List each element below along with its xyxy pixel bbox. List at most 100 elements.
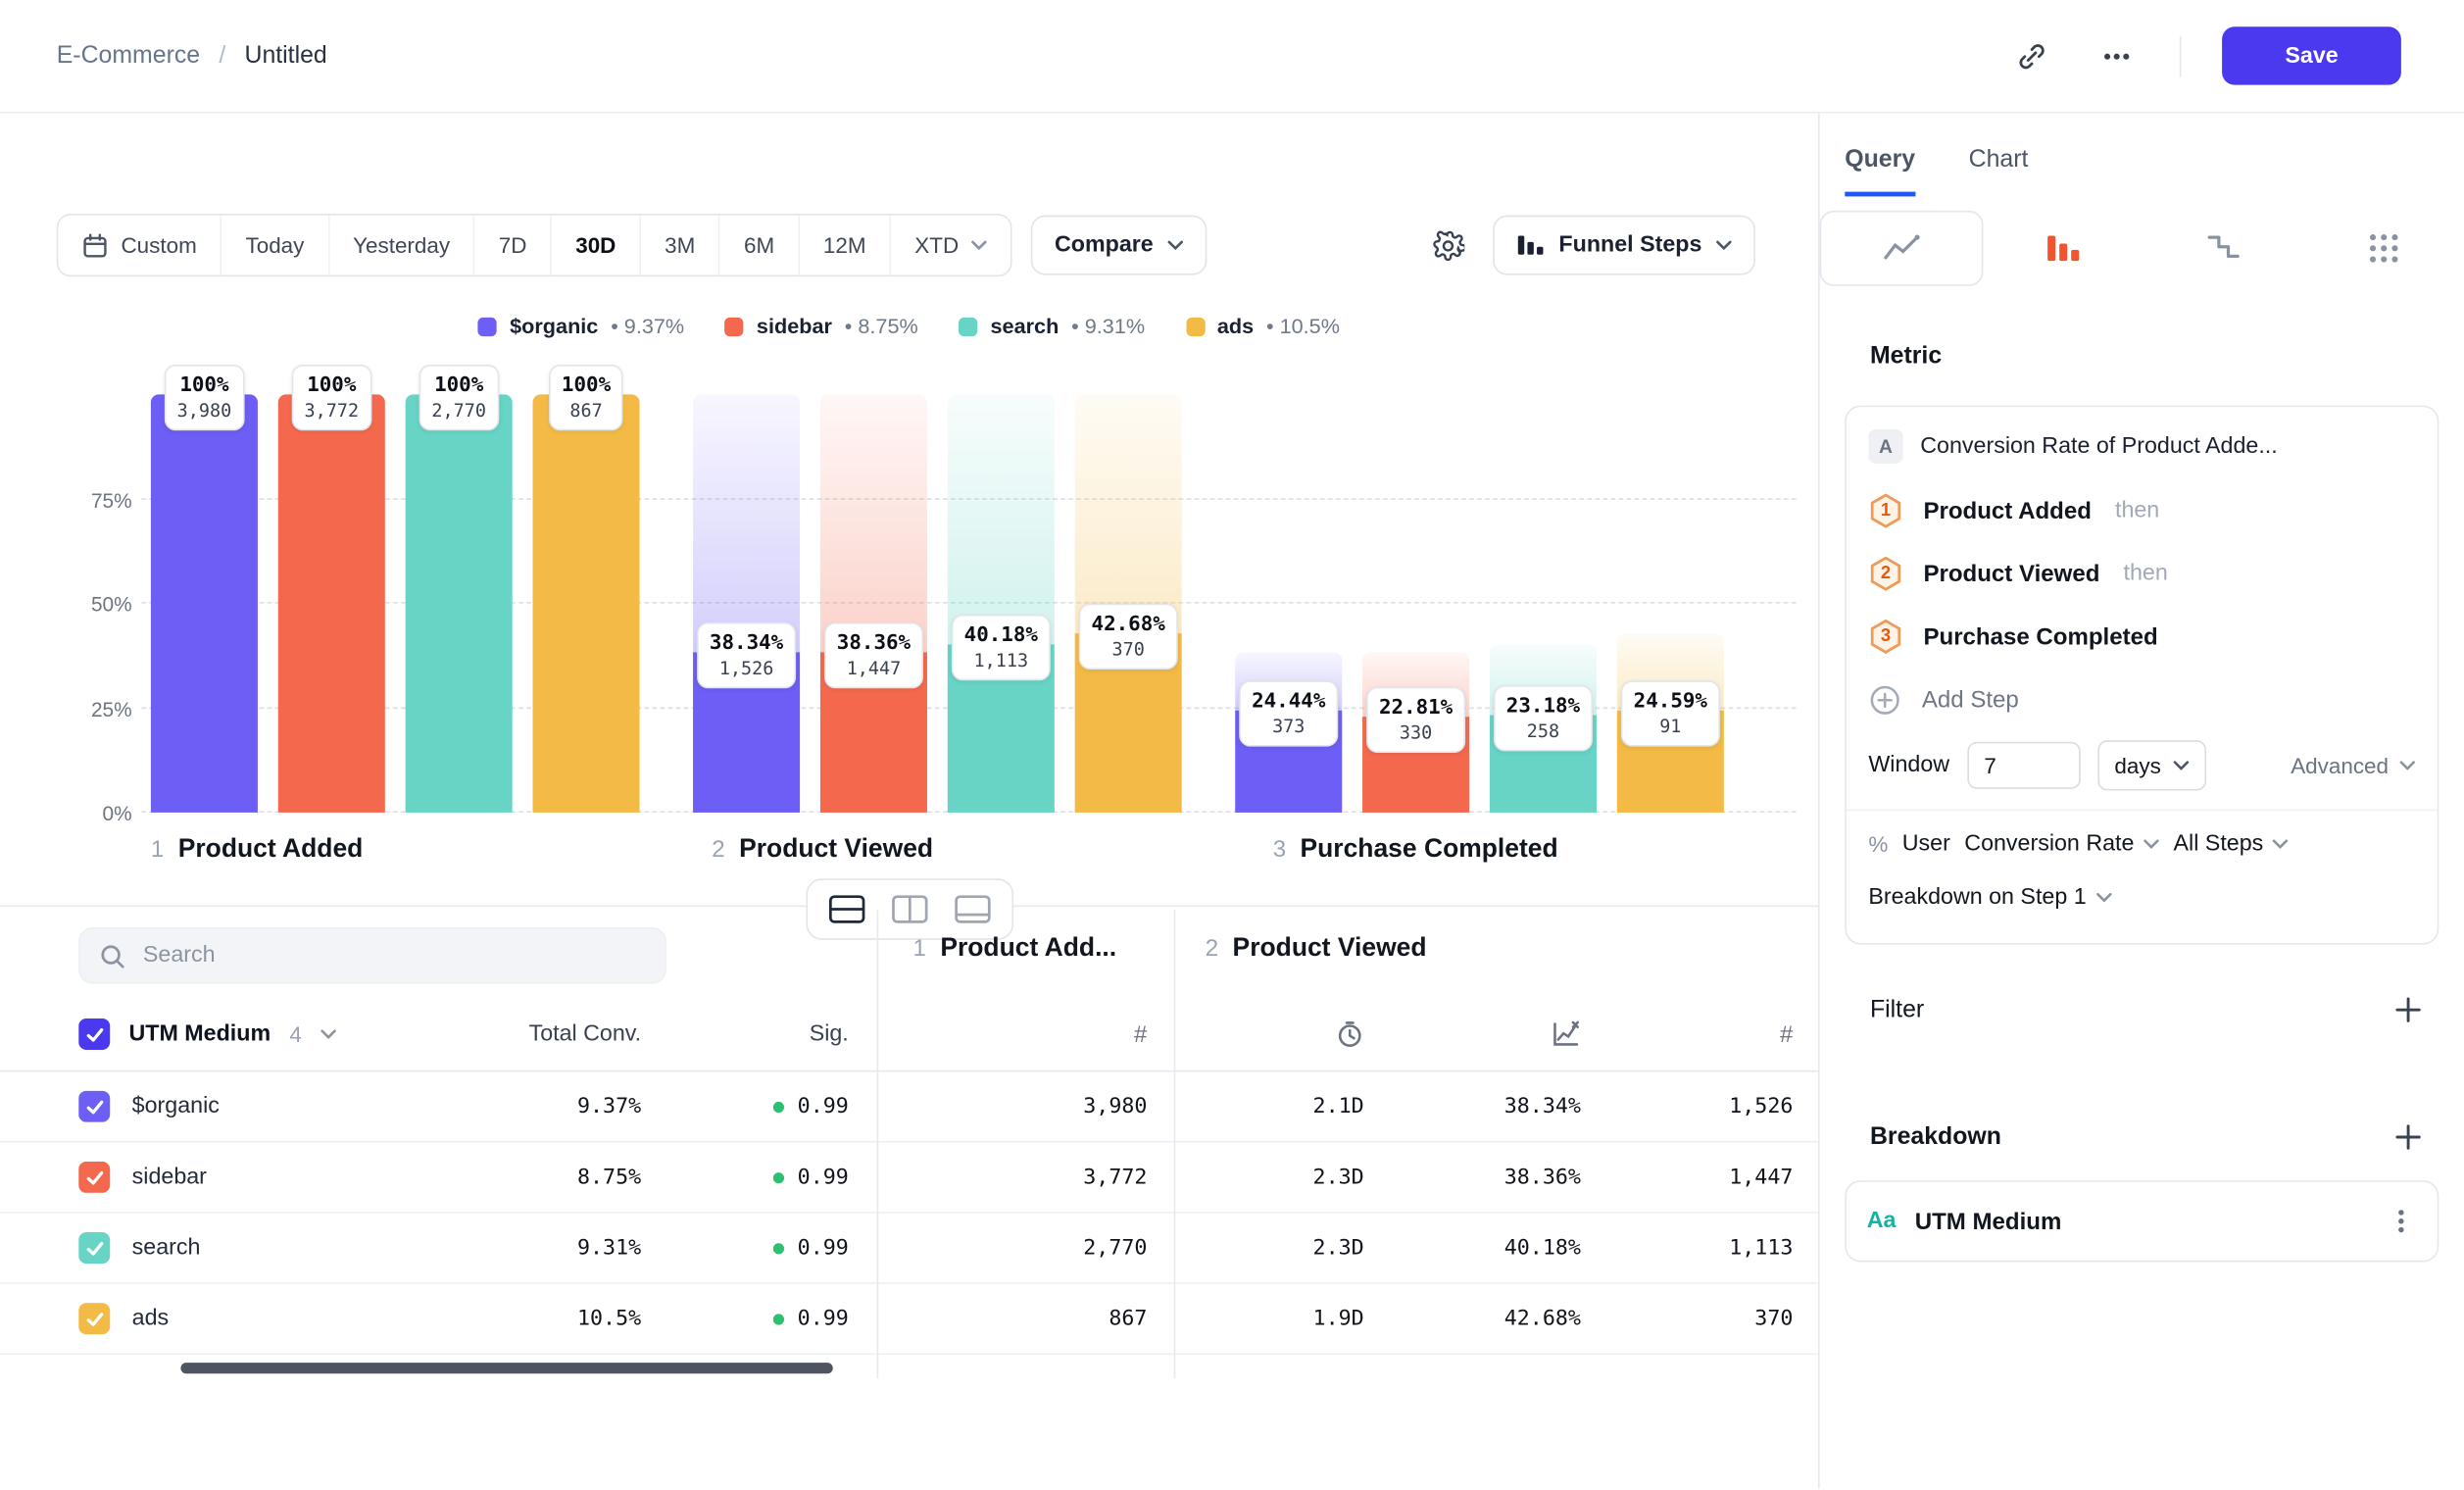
window-unit-select[interactable]: days — [2097, 740, 2207, 790]
metric-step-label: Product Added — [1923, 497, 2091, 523]
add-step-button[interactable]: Add Step — [1868, 668, 2415, 730]
step1-count: 2,770 — [849, 1235, 1148, 1261]
add-filter-button[interactable] — [2390, 992, 2427, 1028]
funnel-bar[interactable]: 38.36%1,447 — [820, 394, 927, 812]
range-30d-selected[interactable]: 30D — [552, 216, 641, 275]
compare-button[interactable]: Compare — [1031, 216, 1207, 275]
step2-count: 1,447 — [1581, 1165, 1793, 1190]
horizontal-scrollbar[interactable] — [180, 1363, 832, 1373]
table-row[interactable]: sidebar8.75%0.993,7722.3D38.36%1,447 — [0, 1143, 1818, 1214]
row-checkbox[interactable] — [78, 1232, 110, 1264]
chart-legend: $organic • 9.37% sidebar • 8.75% search • … — [0, 315, 1818, 338]
chart-mode-button[interactable]: Funnel Steps — [1493, 216, 1755, 275]
bar-label-pct: 100% — [562, 372, 611, 399]
count-column-icon[interactable]: # — [1780, 1020, 1793, 1047]
step-number: 2 — [1206, 935, 1218, 962]
bar-label-pct: 22.81% — [1379, 695, 1453, 721]
funnel-bar[interactable]: 38.34%1,526 — [693, 394, 800, 812]
funnel-bar[interactable]: 100%867 — [533, 394, 640, 812]
funnel-bar[interactable]: 24.59%91 — [1617, 394, 1724, 812]
range-3m[interactable]: 3M — [641, 216, 720, 275]
sig-value: 0.99 — [641, 1165, 849, 1190]
breakdown-property-card[interactable]: Aa UTM Medium — [1845, 1180, 2439, 1262]
metric-step-row[interactable]: 3Purchase Completed — [1868, 605, 2415, 668]
scope-select[interactable]: All Steps — [2174, 831, 2289, 857]
funnel-bar-label: 24.59%91 — [1621, 680, 1720, 746]
range-today[interactable]: Today — [222, 216, 329, 275]
range-xtd[interactable]: XTD — [891, 216, 1010, 275]
funnel-bar[interactable]: 22.81%330 — [1362, 394, 1469, 812]
advanced-toggle[interactable]: Advanced — [2291, 753, 2415, 778]
y-axis-tick-label: 75% — [66, 488, 131, 512]
bar-label-pct: 38.34% — [710, 630, 783, 657]
sig-column-header[interactable]: Sig. — [641, 1021, 849, 1047]
funnel-bar[interactable]: 24.44%373 — [1235, 394, 1342, 812]
chevron-down-icon[interactable] — [320, 1029, 336, 1039]
breakdown-count: 4 — [289, 1021, 302, 1047]
funnel-bar[interactable]: 40.18%1,113 — [948, 394, 1055, 812]
measure-label: Conversion Rate — [1964, 831, 2134, 857]
row-checkbox[interactable] — [78, 1303, 110, 1334]
metric-step-row[interactable]: 2Product Viewedthen — [1868, 542, 2415, 605]
step-number: 3 — [1273, 836, 1286, 863]
step1-count: 3,772 — [849, 1165, 1148, 1190]
total-conv-value: 10.5% — [471, 1306, 641, 1331]
chart-type-line-button[interactable] — [1820, 211, 1984, 286]
window-value-input[interactable] — [1967, 742, 2080, 789]
chart-settings-button[interactable] — [1425, 223, 1470, 268]
funnel-bar[interactable]: 100%3,772 — [278, 394, 385, 812]
breakdown-item-menu-button[interactable] — [2386, 1204, 2417, 1238]
range-7d[interactable]: 7D — [475, 216, 552, 275]
metric-title[interactable]: Conversion Rate of Product Adde... — [1920, 434, 2277, 460]
funnel-bar[interactable]: 23.18%258 — [1490, 394, 1597, 812]
measure-select[interactable]: Conversion Rate — [1964, 831, 2159, 857]
funnel-bar[interactable]: 100%3,980 — [151, 394, 258, 812]
header-divider — [2180, 35, 2182, 76]
breadcrumb-project[interactable]: E-Commerce — [57, 41, 200, 70]
conversion-chart-icon[interactable] — [1551, 1020, 1580, 1049]
funnel-bar[interactable]: 42.68%370 — [1075, 394, 1182, 812]
funnel-bar[interactable]: 100%2,770 — [406, 394, 513, 812]
row-label: sidebar — [132, 1165, 207, 1190]
legend-item[interactable]: $organic • 9.37% — [478, 315, 684, 338]
legend-item[interactable]: search • 9.31% — [959, 315, 1145, 338]
chart-type-segmentation-button[interactable] — [2303, 211, 2464, 286]
range-12m[interactable]: 12M — [800, 216, 891, 275]
legend-item[interactable]: ads • 10.5% — [1186, 315, 1340, 338]
step2-conv-value: 40.18% — [1364, 1235, 1581, 1261]
row-checkbox[interactable] — [78, 1162, 110, 1193]
table-row[interactable]: ads10.5%0.998671.9D42.68%370 — [0, 1284, 1818, 1355]
table-row[interactable]: $organic9.37%0.993,9802.1D38.34%1,526 — [0, 1071, 1818, 1142]
share-link-button[interactable] — [2010, 33, 2054, 77]
range-yesterday[interactable]: Yesterday — [329, 216, 475, 275]
measure-user-label[interactable]: User — [1902, 831, 1950, 857]
legend-item[interactable]: sidebar • 8.75% — [725, 315, 918, 338]
search-input[interactable] — [140, 941, 646, 969]
add-breakdown-button[interactable] — [2390, 1119, 2427, 1156]
breakdown-on-step-select[interactable]: Breakdown on Step 1 — [1868, 885, 2111, 911]
legend-series-name: search — [990, 315, 1059, 338]
count-column-icon[interactable]: # — [1134, 1020, 1147, 1047]
breakdown-column-label[interactable]: UTM Medium — [128, 1021, 271, 1047]
funnel-step-group: 100%3,980100%3,772100%2,770100%867 — [151, 394, 640, 812]
tab-chart[interactable]: Chart — [1969, 146, 2029, 196]
range-6m[interactable]: 6M — [720, 216, 800, 275]
table-row[interactable]: search9.31%0.992,7702.3D40.18%1,113 — [0, 1214, 1818, 1284]
breakdown-heading: Breakdown — [1870, 1123, 2001, 1152]
save-button[interactable]: Save — [2222, 26, 2401, 84]
chart-type-funnel-button-active[interactable] — [1983, 211, 2144, 286]
select-all-checkbox[interactable] — [78, 1018, 110, 1050]
total-conv-column-header[interactable]: Total Conv. — [471, 1021, 641, 1047]
breadcrumb-page-title[interactable]: Untitled — [244, 41, 326, 70]
range-custom[interactable]: Custom — [58, 216, 222, 275]
table-column-header-row: UTM Medium 4 Total Conv. Sig. # — [0, 998, 1818, 1071]
time-to-convert-icon[interactable] — [1336, 1020, 1364, 1049]
chart-type-selector — [1820, 211, 2464, 286]
funnel-step-label: 3Purchase Completed — [1273, 834, 1781, 864]
tab-query[interactable]: Query — [1845, 146, 1915, 196]
more-options-button[interactable] — [2094, 33, 2139, 77]
row-checkbox[interactable] — [78, 1091, 110, 1122]
chart-type-retention-button[interactable] — [2144, 211, 2304, 286]
metric-step-label: Product Viewed — [1923, 561, 2099, 587]
metric-step-row[interactable]: 1Product Addedthen — [1868, 479, 2415, 542]
